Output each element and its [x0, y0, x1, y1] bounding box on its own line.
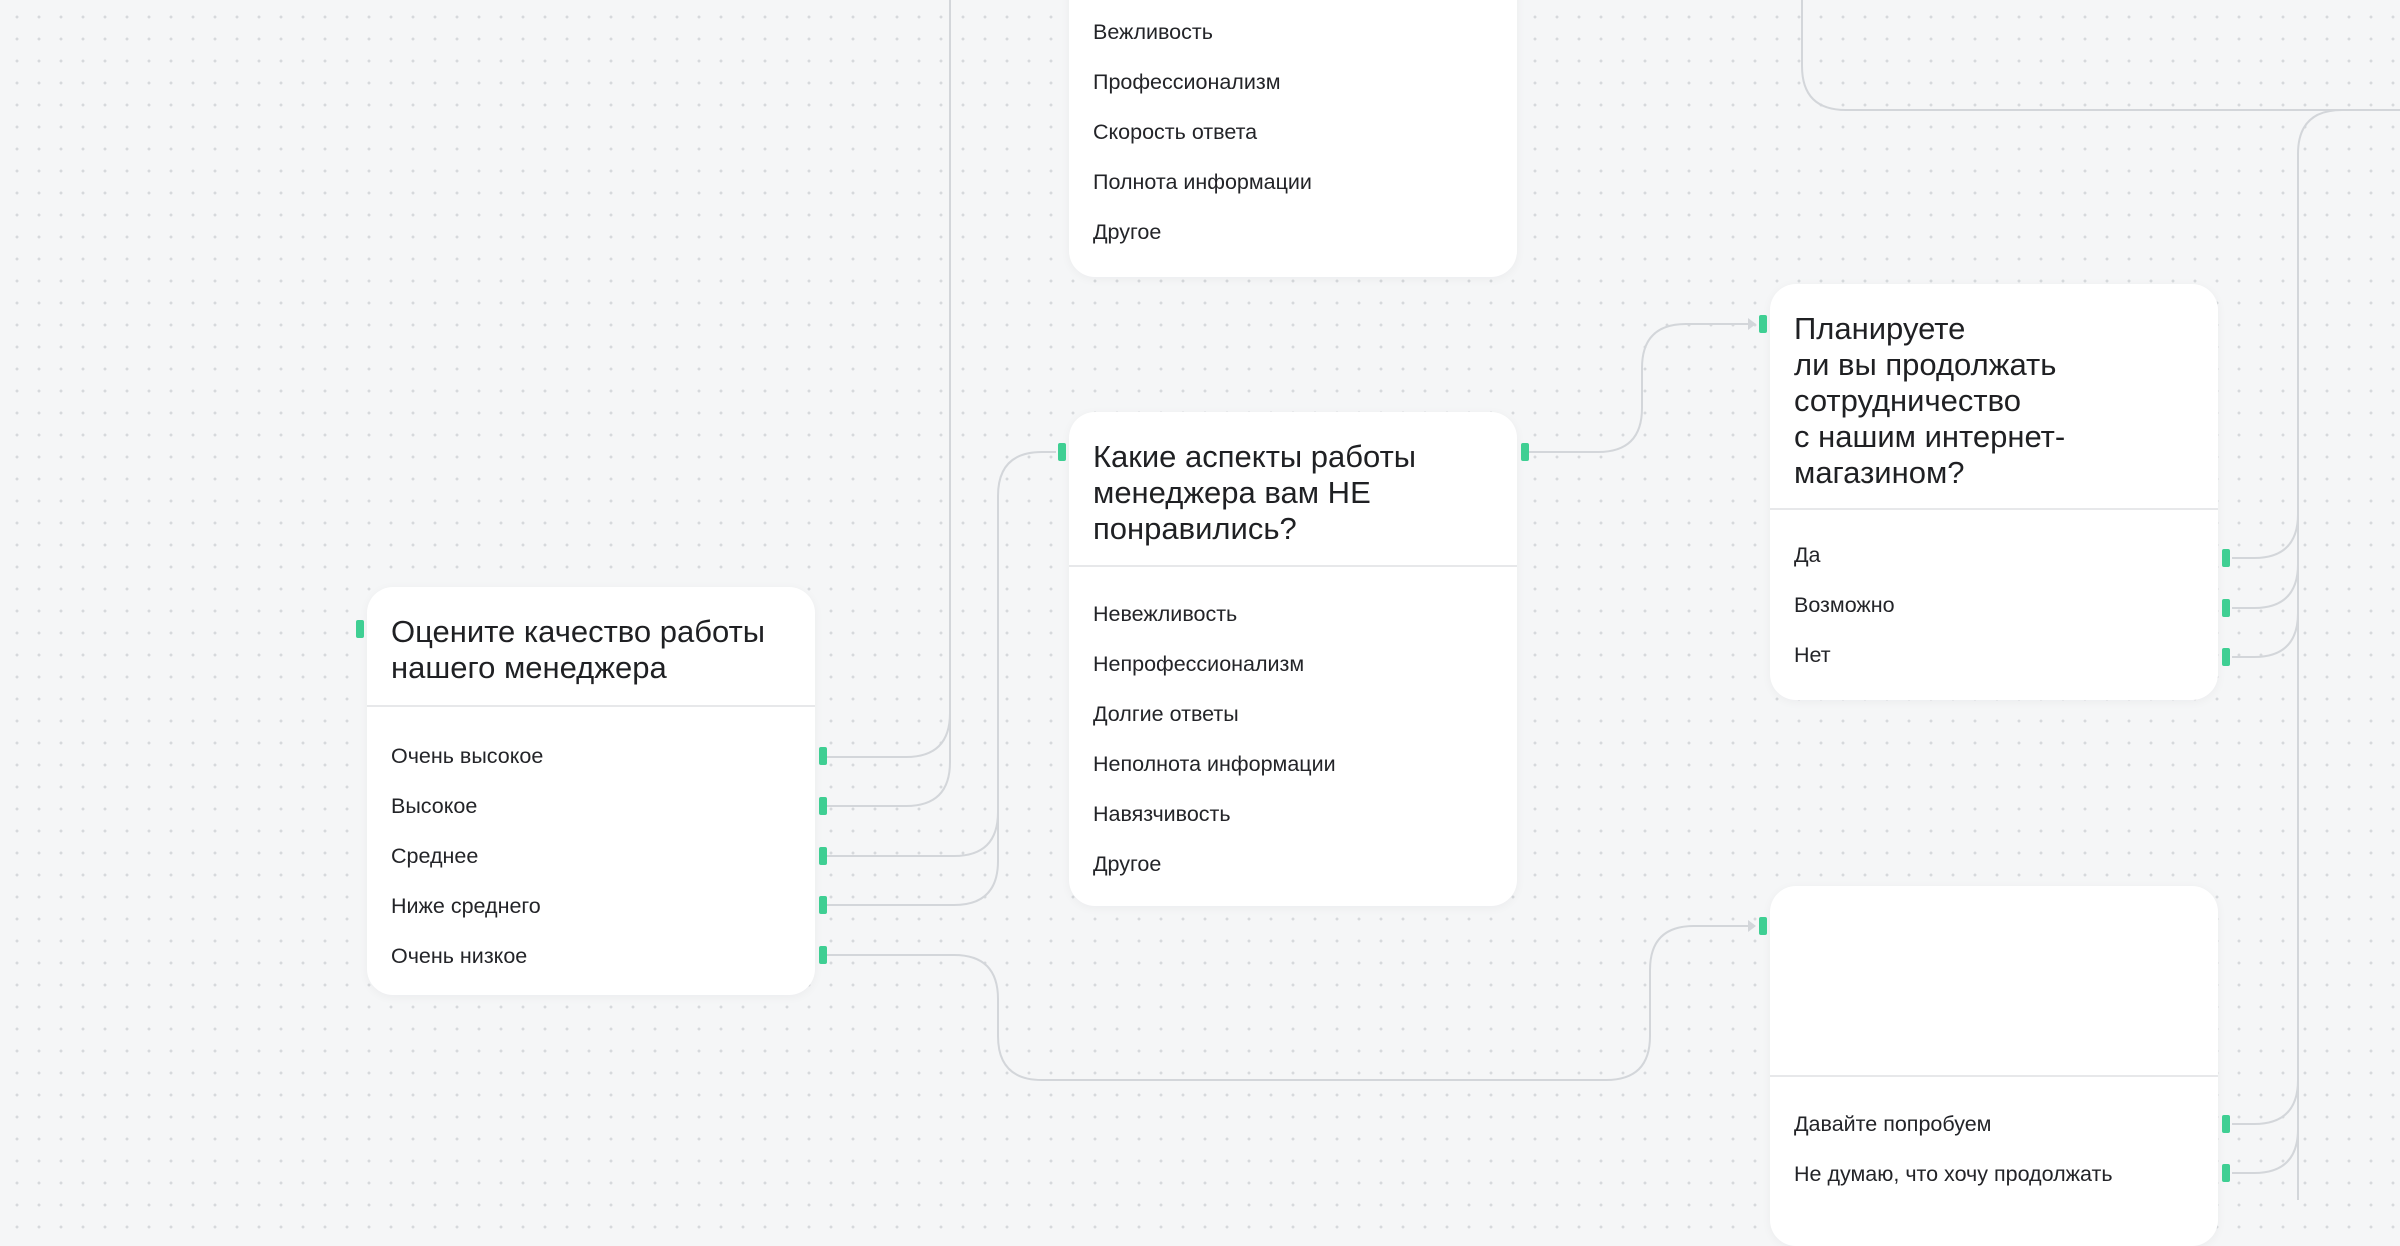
output-handle[interactable]: [2222, 648, 2230, 666]
output-handle[interactable]: [819, 747, 827, 765]
option-item[interactable]: Да: [1770, 530, 2218, 580]
question-title: Какие аспекты работы менеджера вам НЕ по…: [1093, 439, 1417, 546]
option-item[interactable]: Другое: [1069, 207, 1517, 257]
option-list: Вежливость Профессионализм Скорость отве…: [1069, 0, 1517, 257]
question-card-rate-manager[interactable]: Оцените качество работы нашего менеджера…: [367, 587, 815, 995]
option-item[interactable]: Вежливость: [1069, 7, 1517, 57]
question-card-dislike-aspects[interactable]: Какие аспекты работы менеджера вам НЕ по…: [1069, 412, 1517, 906]
option-item[interactable]: Невежливость: [1069, 589, 1517, 639]
connector-rate-very-high: [826, 0, 951, 758]
output-handle[interactable]: [2222, 549, 2230, 567]
arrowhead-retry: [1748, 920, 1756, 932]
connector-plan-maybe: [2232, 563, 2299, 609]
option-item[interactable]: Непрофессионализм: [1069, 639, 1517, 689]
option-item[interactable]: Профессионализм: [1069, 57, 1517, 107]
connector-rate-medium: [826, 451, 1056, 857]
output-handle[interactable]: [2222, 1164, 2230, 1182]
option-item[interactable]: Не думаю, что хочу продолжать: [1770, 1149, 2218, 1199]
option-item[interactable]: Давайте попробуем: [1770, 1099, 2218, 1149]
card-header: Оцените качество работы нашего менеджера: [367, 587, 815, 707]
option-item[interactable]: Высокое: [367, 781, 815, 831]
output-handle[interactable]: [2222, 599, 2230, 617]
option-item[interactable]: Полнота информации: [1069, 157, 1517, 207]
output-handle[interactable]: [819, 797, 827, 815]
output-handle[interactable]: [819, 896, 827, 914]
option-item[interactable]: Навязчивость: [1069, 789, 1517, 839]
option-list: Невежливость Непрофессионализм Долгие от…: [1069, 567, 1517, 889]
connector-dislike-to-plan: [1528, 323, 1754, 453]
output-handle[interactable]: [1521, 443, 1529, 461]
connector-rate-high: [826, 700, 951, 807]
output-handle[interactable]: [2222, 1115, 2230, 1133]
flow-canvas[interactable]: Вежливость Профессионализм Скорость отве…: [0, 0, 2400, 1246]
input-handle[interactable]: [356, 620, 364, 638]
question-title: Оцените качество работы нашего менеджера: [391, 614, 766, 685]
option-item[interactable]: Долгие ответы: [1069, 689, 1517, 739]
option-item[interactable]: Среднее: [367, 831, 815, 881]
connector-plan-yes: [2232, 513, 2299, 559]
input-handle[interactable]: [1759, 315, 1767, 333]
arrowhead-plan: [1748, 318, 1756, 330]
option-item[interactable]: Очень высокое: [367, 731, 815, 781]
connector-right-trunk: [2297, 109, 2400, 1200]
option-item[interactable]: Нет: [1770, 630, 2218, 680]
connector-retry-no: [2232, 1128, 2299, 1174]
connector-top-right: [1801, 0, 2400, 111]
card-header: Какие аспекты работы менеджера вам НЕ по…: [1069, 412, 1517, 567]
connector-rate-very-low: [826, 925, 1754, 1081]
question-card-plan-continue[interactable]: Планируете ли вы продолжать сотрудничест…: [1770, 284, 2218, 700]
option-item[interactable]: Очень низкое: [367, 931, 815, 981]
connector-rate-below-average: [826, 800, 999, 906]
connector-plan-no: [2232, 612, 2299, 658]
option-list: Давайте попробуем Не думаю, что хочу про…: [1770, 1077, 2218, 1199]
card-header: [1770, 886, 2218, 1077]
question-card-retry[interactable]: Давайте попробуем Не думаю, что хочу про…: [1770, 886, 2218, 1246]
option-item[interactable]: Неполнота информации: [1069, 739, 1517, 789]
option-item[interactable]: Другое: [1069, 839, 1517, 889]
connector-retry-try: [2232, 1079, 2299, 1125]
option-item[interactable]: Ниже среднего: [367, 881, 815, 931]
option-item[interactable]: Скорость ответа: [1069, 107, 1517, 157]
input-handle[interactable]: [1759, 917, 1767, 935]
output-handle[interactable]: [819, 946, 827, 964]
card-header: Планируете ли вы продолжать сотрудничест…: [1770, 284, 2218, 510]
option-item[interactable]: Возможно: [1770, 580, 2218, 630]
input-handle[interactable]: [1058, 443, 1066, 461]
output-handle[interactable]: [819, 847, 827, 865]
option-list: Очень высокое Высокое Среднее Ниже средн…: [367, 707, 815, 981]
question-card-top[interactable]: Вежливость Профессионализм Скорость отве…: [1069, 0, 1517, 277]
question-title: Планируете ли вы продолжать сотрудничест…: [1794, 311, 2066, 490]
option-list: Да Возможно Нет: [1770, 510, 2218, 680]
